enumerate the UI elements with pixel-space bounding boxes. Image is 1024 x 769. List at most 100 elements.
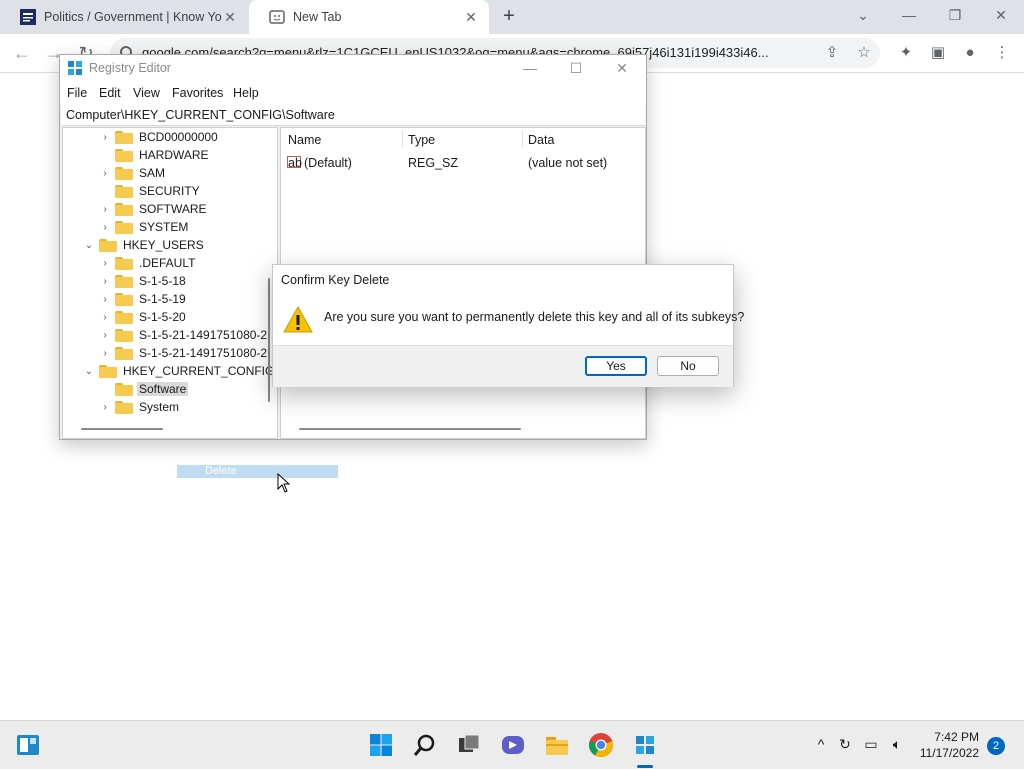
- close-window-button[interactable]: ✕: [978, 0, 1024, 34]
- confirm-key-delete-dialog: Confirm Key Delete Are you sure you want…: [272, 264, 744, 387]
- show-hidden-icons-chevron-icon[interactable]: ^: [812, 735, 830, 753]
- collapse-chevron-icon[interactable]: ⌄: [83, 366, 95, 377]
- new-tab-button[interactable]: +: [498, 6, 520, 28]
- menu-help[interactable]: Help: [233, 86, 259, 100]
- tree-item-label: BCD00000000: [139, 130, 218, 144]
- windows-taskbar: ^ ↻ ▭ 🔈︎ 7:42 PM 11/17/2022 2: [0, 720, 1024, 769]
- tab-close-icon[interactable]: ✕: [222, 9, 238, 26]
- expand-chevron-icon[interactable]: ›: [99, 312, 111, 323]
- back-arrow-icon[interactable]: ←: [10, 42, 34, 64]
- minimize-button[interactable]: —: [510, 57, 550, 79]
- tab-close-icon[interactable]: ✕: [463, 9, 479, 26]
- collapse-chevron-icon[interactable]: ⌄: [83, 240, 95, 251]
- maximize-button[interactable]: ☐: [556, 57, 596, 79]
- column-data[interactable]: Data: [528, 133, 554, 147]
- volume-icon[interactable]: 🔈︎: [888, 735, 906, 753]
- folder-icon: [115, 328, 133, 342]
- value-type: REG_SZ: [408, 156, 459, 170]
- tree-item-hkey-current-config[interactable]: ⌄ HKEY_CURRENT_CONFIG: [83, 362, 276, 380]
- column-type[interactable]: Type: [408, 133, 435, 147]
- folder-icon: [115, 400, 133, 414]
- tree-item-hkey-users[interactable]: ⌄ HKEY_USERS: [83, 236, 206, 254]
- extensions-puzzle-icon[interactable]: ✦: [896, 43, 916, 63]
- expand-chevron-icon[interactable]: ›: [99, 168, 111, 179]
- address-bar[interactable]: Computer\HKEY_CURRENT_CONFIG\Software: [61, 105, 645, 126]
- chrome-menu-icon[interactable]: ⋮: [992, 43, 1012, 63]
- yes-button[interactable]: Yes: [585, 356, 647, 376]
- folder-icon: [115, 130, 133, 144]
- no-button[interactable]: No: [657, 356, 719, 376]
- tree-item[interactable]: › S-1-5-18: [99, 272, 188, 290]
- expand-chevron-icon[interactable]: ›: [99, 258, 111, 269]
- tab-title: New Tab: [293, 10, 342, 24]
- tree-horizontal-scrollbar[interactable]: [81, 428, 163, 430]
- chrome-icon[interactable]: [587, 731, 615, 759]
- browser-tab-new-tab[interactable]: New Tab ✕: [249, 0, 489, 34]
- tree-item[interactable]: › System: [99, 398, 181, 416]
- search-icon[interactable]: [411, 731, 439, 759]
- browser-tab-politics[interactable]: Politics / Government | Know Yo ✕: [0, 0, 248, 34]
- folder-icon: [115, 292, 133, 306]
- tree-item-label: S-1-5-20: [139, 310, 186, 324]
- restore-button[interactable]: ❐: [932, 0, 978, 34]
- close-button[interactable]: ✕: [602, 57, 642, 79]
- column-divider[interactable]: [522, 130, 523, 148]
- expand-chevron-icon[interactable]: ›: [99, 132, 111, 143]
- menu-view[interactable]: View: [133, 86, 160, 100]
- tree-item[interactable]: › S-1-5-21-1491751080-2: [99, 344, 269, 362]
- values-horizontal-scrollbar[interactable]: [299, 428, 521, 430]
- key-tree-pane[interactable]: › BCD00000000 HARDWARE › SAM SECURITY › SOF…: [62, 127, 278, 439]
- tree-item[interactable]: › S-1-5-21-1491751080-2: [99, 326, 269, 344]
- tree-item[interactable]: › .DEFAULT: [99, 254, 197, 272]
- tree-item[interactable]: › S-1-5-19: [99, 290, 188, 308]
- registry-editor-taskbar-icon[interactable]: [631, 731, 659, 759]
- minimize-button[interactable]: —: [886, 0, 932, 34]
- tree-item-label: Software: [137, 382, 189, 396]
- folder-icon: [115, 184, 133, 198]
- menu-favorites[interactable]: Favorites: [172, 86, 223, 100]
- expand-chevron-icon[interactable]: ›: [99, 276, 111, 287]
- tree-item-label: System: [139, 400, 180, 414]
- menu-edit[interactable]: Edit: [99, 86, 121, 100]
- expand-chevron-icon[interactable]: ›: [99, 204, 111, 215]
- new-tab-page-icon: [269, 10, 285, 24]
- clock[interactable]: 7:42 PM 11/17/2022: [913, 729, 979, 761]
- start-windows-icon[interactable]: [367, 731, 395, 759]
- tree-vertical-scrollbar[interactable]: [268, 278, 270, 402]
- tree-item[interactable]: SECURITY: [99, 182, 202, 200]
- sync-alert-icon[interactable]: ↻: [836, 735, 854, 753]
- share-icon[interactable]: ⇪: [822, 43, 842, 63]
- tab-search-chevron-icon[interactable]: ⌄: [840, 0, 886, 34]
- browser-tab-strip: Politics / Government | Know Yo ✕ New Ta…: [0, 0, 1024, 34]
- tree-item-software-selected[interactable]: Software: [99, 380, 189, 398]
- column-name[interactable]: Name: [288, 133, 321, 147]
- side-panel-icon[interactable]: ▣: [928, 43, 948, 63]
- tree-item-label: S-1-5-18: [139, 274, 186, 288]
- task-view-icon[interactable]: [455, 731, 483, 759]
- bookmark-star-icon[interactable]: ☆: [854, 43, 874, 63]
- expand-chevron-icon[interactable]: ›: [99, 294, 111, 305]
- expand-chevron-icon[interactable]: ›: [99, 348, 111, 359]
- tree-item[interactable]: HARDWARE: [99, 146, 211, 164]
- folder-icon: [115, 166, 133, 180]
- expand-chevron-icon[interactable]: ›: [99, 330, 111, 341]
- profile-avatar-icon[interactable]: ●: [960, 43, 980, 63]
- tree-item[interactable]: › SYSTEM: [99, 218, 190, 236]
- menu-file[interactable]: File: [67, 86, 87, 100]
- column-divider[interactable]: [402, 130, 403, 148]
- folder-icon: [115, 220, 133, 234]
- context-menu-ghost-highlight: Delete: [177, 465, 338, 478]
- file-explorer-icon[interactable]: [543, 731, 571, 759]
- network-icon[interactable]: ▭: [862, 735, 880, 753]
- widgets-icon[interactable]: [14, 731, 42, 759]
- notification-badge[interactable]: 2: [987, 737, 1005, 755]
- registry-editor-titlebar[interactable]: Registry Editor — ☐ ✕: [60, 55, 646, 83]
- expand-chevron-icon[interactable]: ›: [99, 402, 111, 413]
- address-path[interactable]: Computer\HKEY_CURRENT_CONFIG\Software: [66, 108, 335, 122]
- tree-item[interactable]: › SOFTWARE: [99, 200, 209, 218]
- tree-item[interactable]: › BCD00000000: [99, 128, 220, 146]
- expand-chevron-icon[interactable]: ›: [99, 222, 111, 233]
- tree-item[interactable]: › S-1-5-20: [99, 308, 188, 326]
- chat-teams-icon[interactable]: [499, 731, 527, 759]
- tree-item[interactable]: › SAM: [99, 164, 167, 182]
